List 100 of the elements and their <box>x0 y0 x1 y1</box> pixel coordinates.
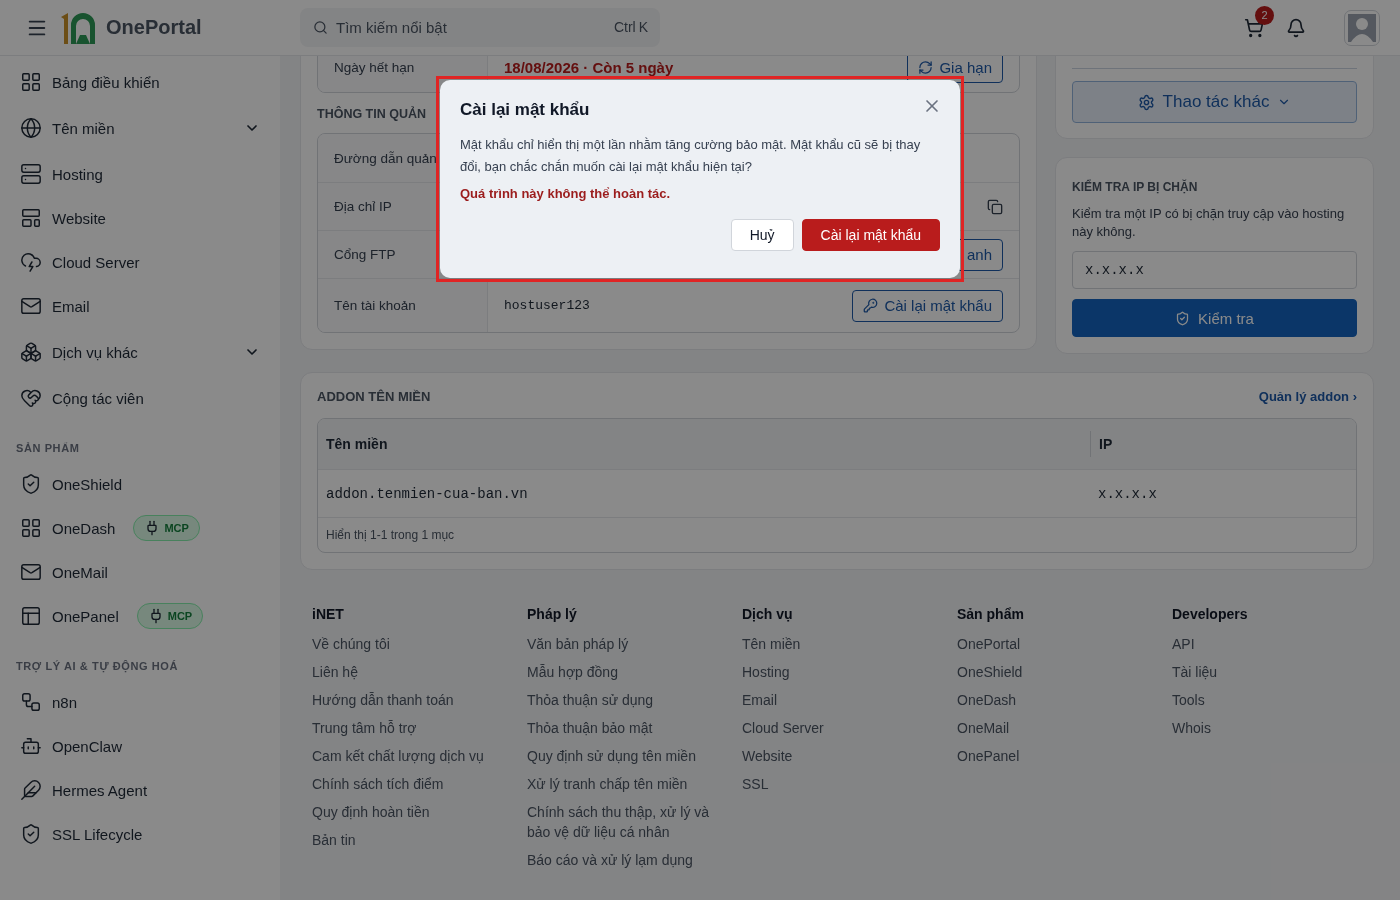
footer-link[interactable]: Hosting <box>742 662 927 682</box>
key-icon <box>863 298 879 313</box>
mail-icon <box>20 295 42 317</box>
sidebar-item[interactable]: Bảng điều khiển <box>0 60 280 104</box>
ip-input[interactable]: x.x.x.x <box>1072 251 1357 289</box>
shortcut-key: Ctrl <box>613 19 636 35</box>
copy-button[interactable] <box>987 198 1003 215</box>
footer-link[interactable]: Thỏa thuận bảo mật <box>527 718 712 738</box>
cart-count: 2 <box>1255 5 1274 25</box>
sidebar-item[interactable]: Cloud Server <box>0 240 280 284</box>
footer-link[interactable]: Chính sách tích điểm <box>312 774 497 794</box>
footer-link[interactable]: Bản tin <box>312 830 497 850</box>
shield-icon <box>20 823 42 845</box>
footer-link[interactable]: Văn bản pháp lý <box>527 634 712 654</box>
cancel-button[interactable]: Huỷ <box>730 219 794 251</box>
footer-link[interactable]: SSL <box>742 774 927 794</box>
sidebar-item[interactable]: SSL Lifecycle <box>0 812 280 856</box>
robot-icon <box>20 735 42 757</box>
feather-icon <box>20 779 42 801</box>
footer-link[interactable]: Tài liệu <box>1172 662 1357 682</box>
card-title: KIỂM TRA IP BỊ CHẶN <box>1072 180 1199 194</box>
footer-link[interactable]: Xử lý tranh chấp tên miền <box>527 774 712 794</box>
footer-heading: Dịch vụ <box>742 606 794 622</box>
footer-link[interactable]: Liên hệ <box>312 662 497 682</box>
refresh-icon <box>918 59 934 75</box>
row-value: 18/08/2026 · Còn 5 ngày <box>504 58 674 76</box>
reset-password-button[interactable]: Cài lại mật khẩu <box>852 289 1003 322</box>
dialog-title: Cài lại mật khẩu <box>460 100 590 120</box>
sidebar-item[interactable]: OnePanel MCP <box>0 594 280 638</box>
footer-link[interactable]: Tên miền <box>742 634 927 654</box>
sidebar-item[interactable]: Hermes Agent <box>0 768 280 812</box>
footer-link[interactable]: Mẫu hợp đồng <box>527 662 712 682</box>
footer-link[interactable]: Về chúng tôi <box>312 634 497 654</box>
row-value: hostuser123 <box>504 298 590 313</box>
sidebar-item[interactable]: Hosting <box>0 152 280 196</box>
sidebar-item[interactable]: Email <box>0 284 280 328</box>
footer-link[interactable]: Cam kết chất lượng dịch vụ <box>312 746 497 766</box>
sidebar-item[interactable]: OneShield <box>0 462 280 506</box>
card-description: Kiểm tra một IP có bị chặn truy cập vào hosting này không. <box>1072 205 1346 241</box>
sidebar-item[interactable]: OpenClaw <box>0 724 280 768</box>
footer-link[interactable]: OnePanel <box>957 746 1142 766</box>
check-button[interactable]: Kiểm tra <box>1072 299 1357 337</box>
footer-link[interactable]: Báo cáo và xử lý lạm dụng <box>527 850 712 870</box>
footer-link[interactable]: OneShield <box>957 662 1142 682</box>
footer-link[interactable]: Trung tâm hỗ trợ <box>312 718 497 738</box>
sidebar-item[interactable]: OneMail <box>0 550 280 594</box>
grid-icon <box>20 517 42 539</box>
footer-link[interactable]: Thỏa thuận sử dụng <box>527 690 712 710</box>
panel-icon <box>20 605 42 627</box>
footer-link[interactable]: Chính sách thu thập, xử lý và bảo vệ dữ liệu cá nhân <box>527 802 712 842</box>
sidebar-heading: TRỢ LÝ AI & TỰ ĐỘNG HOÁ <box>15 659 180 675</box>
section-title: THÔNG TIN QUẢN <box>317 107 427 121</box>
row-label: Tên tài khoản <box>318 279 488 332</box>
footer-heading: iNET <box>312 606 345 622</box>
notifications-button[interactable] <box>1286 17 1306 38</box>
footer-heading: Pháp lý <box>527 606 578 622</box>
footer-heading: Sản phẩm <box>957 606 1025 622</box>
sidebar-item[interactable]: Website <box>0 196 280 240</box>
mail-icon <box>20 561 42 583</box>
sidebar-item[interactable]: OneDash MCP <box>0 506 280 550</box>
settings-icon <box>1137 93 1155 111</box>
footer-link[interactable]: Hướng dẫn thanh toán <box>312 690 497 710</box>
sidebar-item[interactable]: Dịch vụ khác <box>0 328 280 376</box>
footer-link[interactable]: API <box>1172 634 1357 654</box>
manage-addon-link[interactable]: Quản lý addon › <box>1258 389 1357 404</box>
cloud-icon <box>20 251 42 273</box>
footer-link[interactable]: Email <box>742 690 927 710</box>
card-title: ADDON TÊN MIỀN <box>317 389 431 404</box>
server-icon <box>20 163 42 185</box>
shortcut-key: K <box>638 19 648 35</box>
boxes-icon <box>20 341 42 363</box>
cart-button[interactable] <box>1244 17 1264 38</box>
table-cell-text: addon.tenmien-cua-ban.vn <box>325 485 529 502</box>
footer-link[interactable]: OnePortal <box>957 634 1142 654</box>
mcp-badge: MCP <box>133 515 200 541</box>
footer-link[interactable]: Quy định sử dụng tên miền <box>527 746 712 766</box>
more-actions-button[interactable]: Thao tác khác <box>1072 81 1357 123</box>
globe-icon <box>20 117 42 139</box>
shield-icon <box>20 473 42 495</box>
sidebar-item[interactable]: Cộng tác viên <box>0 376 280 420</box>
confirm-button[interactable]: Cài lại mật khẩu <box>801 219 940 251</box>
column-header: IP <box>1090 431 1356 457</box>
workflow-icon <box>20 691 42 713</box>
footer-link[interactable]: OneMail <box>957 718 1142 738</box>
column-header: Tên miền <box>325 435 389 454</box>
sidebar-heading: SẢN PHẨM <box>15 441 81 456</box>
footer-link[interactable]: Quy định hoàn tiền <box>312 802 497 822</box>
sidebar-item[interactable]: Tên miền <box>0 104 280 152</box>
mcp-badge: MCP <box>136 603 204 629</box>
footer-link[interactable]: Cloud Server <box>742 718 927 738</box>
footer-link[interactable]: OneDash <box>957 690 1142 710</box>
brand-name: OnePortal <box>106 16 202 39</box>
shield-icon <box>1175 310 1191 326</box>
footer-link[interactable]: Tools <box>1172 690 1357 710</box>
sidebar-item[interactable]: n8n <box>0 680 280 724</box>
footer-link[interactable]: Whois <box>1172 718 1357 738</box>
search-icon <box>313 20 328 35</box>
layout-icon <box>20 207 42 229</box>
table-summary: Hiển thị 1-1 trong 1 mục <box>325 527 456 544</box>
footer-link[interactable]: Website <box>742 746 927 766</box>
